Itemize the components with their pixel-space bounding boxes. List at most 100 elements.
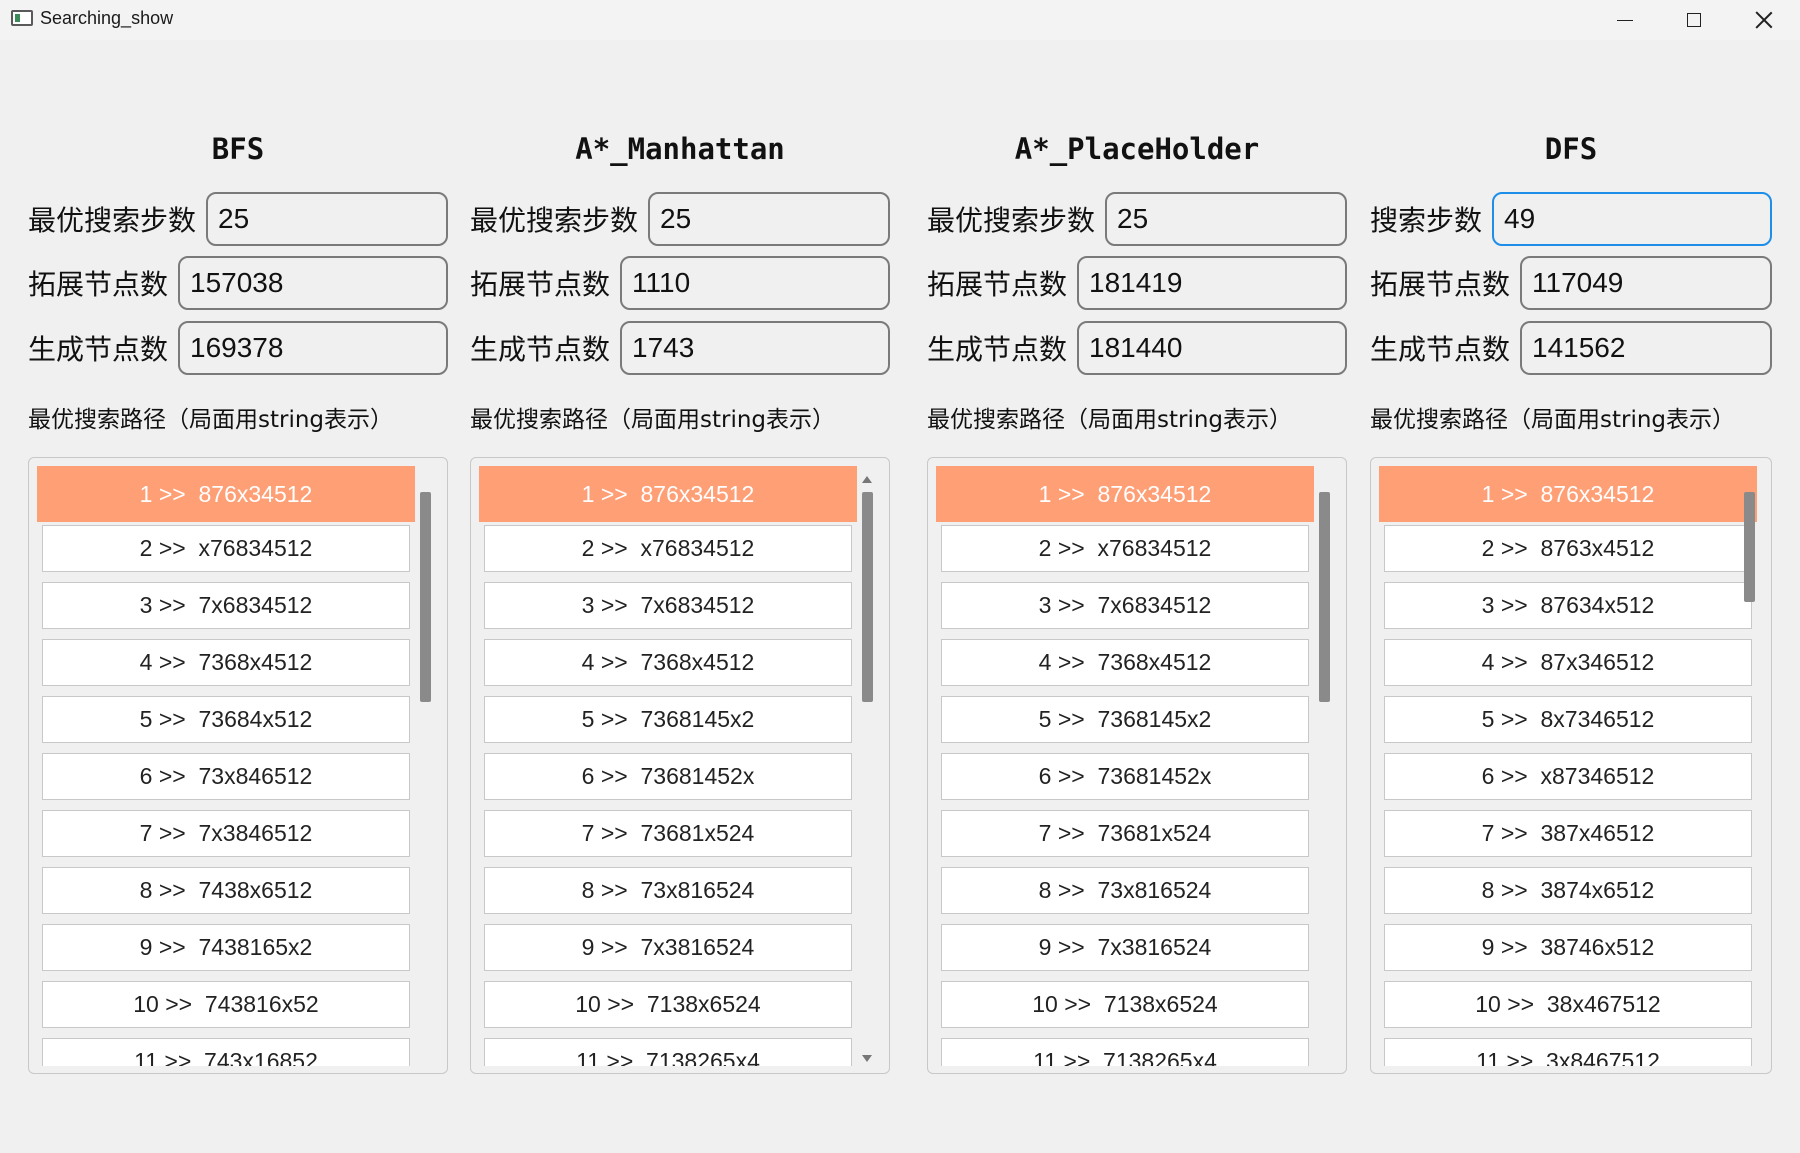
- list-item[interactable]: 8 >> 73x816524: [484, 867, 852, 914]
- scrollbar-thumb[interactable]: [1744, 492, 1755, 602]
- list-item[interactable]: 7 >> 73681x524: [484, 810, 852, 857]
- path-label: 最优搜索路径（局面用string表示）: [927, 407, 1293, 433]
- stat-label: 拓展节点数: [1370, 268, 1511, 301]
- stat-value-field[interactable]: 181440: [1077, 321, 1347, 375]
- scrollbar-thumb[interactable]: [862, 492, 873, 702]
- path-list[interactable]: 1 >> 876x34512 2 >> x76834512 3 >> 7x68345…: [470, 457, 890, 1074]
- algorithm-title: DFS: [1544, 132, 1598, 166]
- list-item[interactable]: 4 >> 87x346512: [1384, 639, 1752, 686]
- list-item[interactable]: 5 >> 73684x512: [42, 696, 410, 743]
- list-item[interactable]: 4 >> 7368x4512: [484, 639, 852, 686]
- path-list-items: 1 >> 876x34512 2 >> 8763x4512 3 >> 87634x5…: [1379, 466, 1757, 1066]
- list-item[interactable]: 11 >> 7138265x4: [484, 1038, 852, 1066]
- path-label: 最优搜索路径（局面用string表示）: [1370, 407, 1736, 433]
- stat-label: 生成节点数: [1370, 333, 1511, 366]
- stat-label: 最优搜索步数: [927, 204, 1096, 237]
- list-item[interactable]: 6 >> 73x846512: [42, 753, 410, 800]
- path-list[interactable]: 1 >> 876x34512 2 >> x76834512 3 >> 7x68345…: [28, 457, 448, 1074]
- list-item[interactable]: 2 >> x76834512: [941, 525, 1309, 572]
- minimize-button[interactable]: [1592, 0, 1658, 40]
- path-list[interactable]: 1 >> 876x34512 2 >> 8763x4512 3 >> 87634x5…: [1370, 457, 1772, 1074]
- stat-value-field[interactable]: 141562: [1520, 321, 1772, 375]
- list-item[interactable]: 6 >> 73681452x: [484, 753, 852, 800]
- close-icon: [1755, 11, 1773, 29]
- stat-row: 生成节点数 141562: [1370, 321, 1772, 375]
- stat-row: 拓展节点数 157038: [28, 256, 448, 310]
- list-item[interactable]: 9 >> 38746x512: [1384, 924, 1752, 971]
- scrollbar-thumb[interactable]: [420, 492, 431, 702]
- selected-list-item[interactable]: 1 >> 876x34512: [1379, 466, 1757, 522]
- selected-list-item[interactable]: 1 >> 876x34512: [936, 466, 1314, 522]
- list-item[interactable]: 8 >> 3874x6512: [1384, 867, 1752, 914]
- stat-label: 生成节点数: [927, 333, 1068, 366]
- stat-value-field[interactable]: 25: [206, 192, 448, 246]
- list-item[interactable]: 4 >> 7368x4512: [941, 639, 1309, 686]
- list-item[interactable]: 2 >> 8763x4512: [1384, 525, 1752, 572]
- stat-label: 搜索步数: [1370, 204, 1483, 237]
- path-list[interactable]: 1 >> 876x34512 2 >> x76834512 3 >> 7x68345…: [927, 457, 1347, 1074]
- scrollbar-thumb[interactable]: [1319, 492, 1330, 702]
- stat-label: 拓展节点数: [470, 268, 611, 301]
- list-item[interactable]: 3 >> 7x6834512: [484, 582, 852, 629]
- list-item[interactable]: 11 >> 743x16852: [42, 1038, 410, 1066]
- list-item[interactable]: 7 >> 387x46512: [1384, 810, 1752, 857]
- stat-row: 最优搜索步数 25: [28, 192, 448, 246]
- maximize-button[interactable]: [1661, 0, 1727, 40]
- stat-row: 最优搜索步数 25: [927, 192, 1347, 246]
- list-item[interactable]: 10 >> 743816x52: [42, 981, 410, 1028]
- list-item[interactable]: 10 >> 7138x6524: [941, 981, 1309, 1028]
- stat-value-field[interactable]: 1110: [620, 256, 890, 310]
- list-item[interactable]: 11 >> 7138265x4: [941, 1038, 1309, 1066]
- scroll-up-icon[interactable]: [862, 476, 872, 483]
- list-item[interactable]: 7 >> 73681x524: [941, 810, 1309, 857]
- list-item[interactable]: 5 >> 8x7346512: [1384, 696, 1752, 743]
- stat-row: 最优搜索步数 25: [470, 192, 890, 246]
- list-item[interactable]: 3 >> 87634x512: [1384, 582, 1752, 629]
- list-item[interactable]: 8 >> 7438x6512: [42, 867, 410, 914]
- panel-0: BFS 最优搜索步数 25 拓展节点数 157038 生成节点数 169378 …: [28, 40, 448, 1080]
- stat-value-field[interactable]: 169378: [178, 321, 448, 375]
- list-item[interactable]: 9 >> 7x3816524: [484, 924, 852, 971]
- selected-list-item[interactable]: 1 >> 876x34512: [479, 466, 857, 522]
- panel-1: A*_Manhattan 最优搜索步数 25 拓展节点数 1110 生成节点数 …: [470, 40, 890, 1080]
- algorithm-title: A*_PlaceHolder: [1014, 132, 1260, 166]
- minimize-icon: [1617, 19, 1633, 21]
- panel-2: A*_PlaceHolder 最优搜索步数 25 拓展节点数 181419 生成…: [927, 40, 1347, 1080]
- stat-label: 生成节点数: [28, 333, 169, 366]
- close-button[interactable]: [1731, 0, 1797, 40]
- stat-value-field[interactable]: 1743: [620, 321, 890, 375]
- stat-value-field[interactable]: 157038: [178, 256, 448, 310]
- list-item[interactable]: 10 >> 7138x6524: [484, 981, 852, 1028]
- list-item[interactable]: 7 >> 7x3846512: [42, 810, 410, 857]
- list-item[interactable]: 2 >> x76834512: [484, 525, 852, 572]
- stat-value-field[interactable]: 25: [1105, 192, 1347, 246]
- stat-value-field[interactable]: 49: [1492, 192, 1772, 246]
- stat-label: 生成节点数: [470, 333, 611, 366]
- list-item[interactable]: 9 >> 7x3816524: [941, 924, 1309, 971]
- path-list-items: 1 >> 876x34512 2 >> x76834512 3 >> 7x68345…: [936, 466, 1314, 1066]
- stat-row: 拓展节点数 181419: [927, 256, 1347, 310]
- stat-value-field[interactable]: 181419: [1077, 256, 1347, 310]
- path-label: 最优搜索路径（局面用string表示）: [28, 407, 394, 433]
- scroll-down-icon[interactable]: [862, 1055, 872, 1062]
- list-item[interactable]: 6 >> 73681452x: [941, 753, 1309, 800]
- list-item[interactable]: 5 >> 7368145x2: [484, 696, 852, 743]
- stat-label: 最优搜索步数: [470, 204, 639, 237]
- stat-label: 最优搜索步数: [28, 204, 197, 237]
- list-item[interactable]: 3 >> 7x6834512: [42, 582, 410, 629]
- list-item[interactable]: 8 >> 73x816524: [941, 867, 1309, 914]
- list-item[interactable]: 3 >> 7x6834512: [941, 582, 1309, 629]
- list-item[interactable]: 9 >> 7438165x2: [42, 924, 410, 971]
- stat-label: 拓展节点数: [28, 268, 169, 301]
- list-item[interactable]: 6 >> x87346512: [1384, 753, 1752, 800]
- list-item[interactable]: 5 >> 7368145x2: [941, 696, 1309, 743]
- stat-row: 拓展节点数 1110: [470, 256, 890, 310]
- selected-list-item[interactable]: 1 >> 876x34512: [37, 466, 415, 522]
- list-item[interactable]: 10 >> 38x467512: [1384, 981, 1752, 1028]
- list-item[interactable]: 2 >> x76834512: [42, 525, 410, 572]
- list-item[interactable]: 4 >> 7368x4512: [42, 639, 410, 686]
- maximize-icon: [1687, 13, 1701, 27]
- stat-value-field[interactable]: 25: [648, 192, 890, 246]
- list-item[interactable]: 11 >> 3x8467512: [1384, 1038, 1752, 1066]
- stat-value-field[interactable]: 117049: [1520, 256, 1772, 310]
